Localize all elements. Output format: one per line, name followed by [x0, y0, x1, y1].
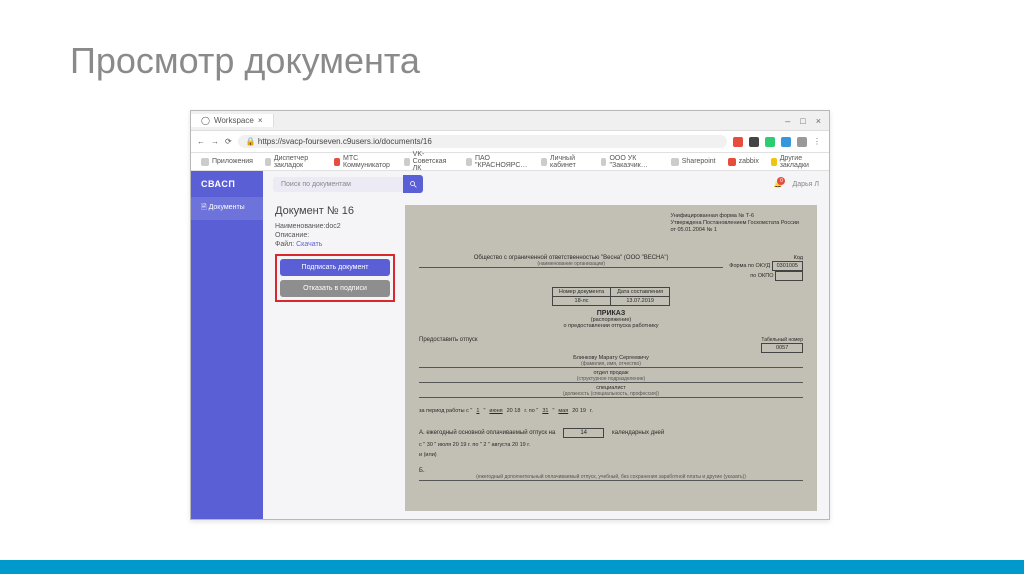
section-b-sub: (ежегодный дополнительный оплачиваемый о…: [419, 474, 803, 481]
folder-icon: [771, 158, 777, 166]
lock-icon: 🔒: [246, 137, 256, 146]
days-box: 14: [563, 428, 604, 438]
bookmark-item[interactable]: VK-Советская ЛК: [404, 151, 454, 172]
grant-row: Предоставить отпуск Табельный номер 0057: [419, 337, 803, 353]
bookmark-icon: [601, 158, 607, 166]
document-panel: Документ № 16 Наименование:doc2 Описание…: [275, 205, 395, 511]
ext-icon[interactable]: [797, 137, 807, 147]
tab-favicon: ◯: [201, 116, 210, 125]
extension-icons: ⋮: [733, 137, 823, 147]
content-area: Документ № 16 Наименование:doc2 Описание…: [263, 197, 829, 519]
notifications-button[interactable]: 🔔 0: [774, 180, 783, 188]
browser-window: ◯ Workspace × – □ × ← → ⟳ 🔒 https://svac…: [190, 110, 830, 520]
bookmark-icon: [671, 158, 679, 166]
bookmark-icon: [334, 158, 340, 166]
other-bookmarks[interactable]: Другие закладки: [771, 155, 819, 169]
ext-icon[interactable]: [733, 137, 743, 147]
sidebar: СВАСП 🗎 Документы: [191, 171, 263, 519]
bookmark-icon: [466, 158, 472, 166]
bookmark-item[interactable]: Sharepoint: [671, 158, 716, 166]
document-icon: 🗎: [201, 204, 207, 211]
section-a: А. ежегодный основной оплачиваемый отпус…: [419, 428, 803, 438]
ext-icon[interactable]: [765, 137, 775, 147]
doc-file-row: Файл: Скачать: [275, 241, 395, 248]
menu-icon[interactable]: ⋮: [813, 137, 823, 147]
bookmark-icon: [404, 158, 410, 166]
or-label: и (или): [419, 452, 803, 458]
org-sublabel: (наименование организации): [419, 261, 723, 268]
app-logo[interactable]: СВАСП: [191, 171, 263, 197]
nav-back-icon[interactable]: ←: [197, 137, 205, 146]
tab-title: Workspace: [214, 116, 254, 125]
window-minimize-icon[interactable]: –: [785, 116, 790, 126]
bookmark-icon: [265, 158, 271, 166]
okud-code: 0301005: [772, 261, 803, 271]
topbar: Поиск по документам 🔔 0 Дарья Л: [263, 171, 829, 197]
bookmark-item[interactable]: ПАО "КРАСНОЯРС…: [466, 155, 529, 169]
user-name[interactable]: Дарья Л: [792, 181, 819, 188]
reject-button[interactable]: Отказать в подписи: [280, 280, 390, 297]
doc-number-table: Номер документаДата составления 18-лс13.…: [552, 287, 670, 306]
tabel-number: 0057: [761, 343, 803, 353]
work-period: за период работы с "1" июня 20 18 г. по …: [419, 408, 803, 414]
bookmark-item[interactable]: ООО УК "Заказчик…: [601, 155, 659, 169]
bookmark-item[interactable]: zabbix: [728, 158, 759, 166]
doc-desc-row: Описание:: [275, 232, 395, 239]
sidebar-item-label: Документы: [209, 204, 245, 211]
browser-titlebar: ◯ Workspace × – □ ×: [191, 111, 829, 131]
window-close-icon[interactable]: ×: [816, 116, 821, 126]
search-icon: [409, 180, 418, 189]
document-preview: Унифицированная форма № Т-6 Утверждена П…: [405, 205, 817, 511]
okpo-code: [775, 271, 803, 281]
bookmarks-bar: Приложения Диспетчер закладок МТС Коммун…: [191, 153, 829, 171]
sign-button[interactable]: Подписать документ: [280, 259, 390, 276]
download-link[interactable]: Скачать: [296, 241, 322, 248]
tab-close-icon[interactable]: ×: [258, 116, 263, 125]
bookmark-item[interactable]: МТС Коммуникатор: [334, 155, 392, 169]
slide-title: Просмотр документа: [0, 0, 1024, 82]
action-buttons-highlight: Подписать документ Отказать в подписи: [275, 254, 395, 302]
main-area: Поиск по документам 🔔 0 Дарья Л Док: [263, 171, 829, 519]
ext-icon[interactable]: [749, 137, 759, 147]
search-button[interactable]: [403, 175, 423, 193]
form-header: Унифицированная форма № Т-6 Утверждена П…: [670, 213, 799, 234]
bookmark-item[interactable]: Диспетчер закладок: [265, 155, 322, 169]
doc-name-row: Наименование:doc2: [275, 223, 395, 230]
browser-tab[interactable]: ◯ Workspace ×: [191, 114, 274, 127]
url-text: https://svacp-fourseven.c9users.io/docum…: [258, 137, 432, 146]
bookmark-item[interactable]: Личный кабинет: [541, 155, 588, 169]
nav-reload-icon[interactable]: ⟳: [225, 137, 232, 146]
search-input[interactable]: Поиск по документам: [273, 177, 403, 192]
codes-block: Код Форма по ОКУД 0301005 по ОКПО: [729, 255, 803, 281]
url-field[interactable]: 🔒 https://svacp-fourseven.c9users.io/doc…: [238, 135, 727, 148]
apps-button[interactable]: Приложения: [201, 158, 253, 166]
webapp: СВАСП 🗎 Документы Поиск по документам 🔔: [191, 171, 829, 519]
sidebar-item-documents[interactable]: 🗎 Документы: [191, 197, 263, 220]
browser-addressbar: ← → ⟳ 🔒 https://svacp-fourseven.c9users.…: [191, 131, 829, 153]
order-sub2: о предоставлении отпуска работнику: [419, 323, 803, 329]
nav-forward-icon[interactable]: →: [211, 137, 219, 146]
notification-badge: 0: [777, 177, 785, 185]
ext-icon[interactable]: [781, 137, 791, 147]
bookmark-icon: [728, 158, 736, 166]
apps-icon: [201, 158, 209, 166]
window-maximize-icon[interactable]: □: [800, 116, 805, 126]
bookmark-icon: [541, 158, 547, 166]
section-a-dates: с " 30 " июля 20 19 г. по " 2 " августа …: [419, 442, 803, 448]
order-title: ПРИКАЗ: [419, 310, 803, 317]
org-row: Общество с ограниченной ответственностью…: [419, 255, 803, 281]
document-title: Документ № 16: [275, 205, 395, 217]
